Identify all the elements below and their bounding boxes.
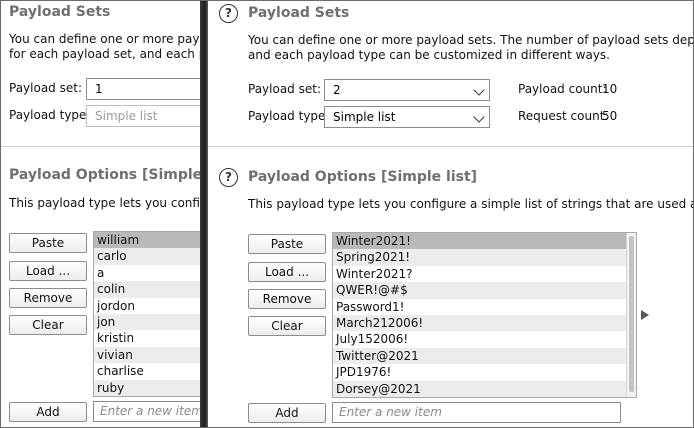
payload-sets-description-line2: for each payload set, and each payloa bbox=[9, 47, 203, 61]
payload-set-label: Payload set: bbox=[248, 82, 321, 96]
section-divider bbox=[0, 146, 203, 147]
clear-button[interactable]: Clear bbox=[9, 315, 87, 335]
paste-button[interactable]: Paste bbox=[248, 234, 326, 254]
list-item[interactable]: jordon bbox=[94, 298, 203, 314]
help-icon[interactable]: ? bbox=[219, 4, 238, 23]
right-intruder-panel: ? Payload Sets You can define one or mor… bbox=[208, 0, 694, 428]
payload-set-label: Payload set: bbox=[9, 81, 82, 95]
payload-sets-description-line1: You can define one or more payload sets.… bbox=[248, 33, 694, 47]
payload-sets-title: Payload Sets bbox=[248, 5, 350, 21]
add-button[interactable]: Add bbox=[9, 402, 87, 422]
payload-type-value: Simple list bbox=[95, 109, 158, 123]
panel-separator bbox=[200, 0, 208, 428]
payload-options-title: Payload Options [Simple list] bbox=[248, 169, 478, 185]
payload-count-value: 10 bbox=[602, 82, 618, 96]
list-item[interactable]: vivian bbox=[94, 346, 203, 364]
list-item[interactable]: ruby bbox=[94, 379, 203, 396]
clear-button[interactable]: Clear bbox=[248, 316, 326, 336]
help-icon[interactable]: ? bbox=[219, 168, 238, 187]
list-item[interactable]: kristin bbox=[94, 330, 203, 346]
request-count-label: Request count: bbox=[518, 109, 609, 123]
new-item-input[interactable]: Enter a new item bbox=[332, 402, 621, 423]
list-item[interactable]: Winter2021! bbox=[333, 233, 626, 250]
payload-set-value: 2 bbox=[333, 83, 341, 97]
list-item[interactable]: JPD1976! bbox=[333, 364, 626, 380]
request-count-value: 50 bbox=[602, 109, 618, 123]
new-item-placeholder: Enter a new item bbox=[100, 404, 203, 418]
list-item[interactable]: QWER!@#$ bbox=[333, 282, 626, 299]
list-item[interactable]: Spring2021! bbox=[333, 249, 626, 266]
payload-type-select[interactable]: Simple list bbox=[324, 106, 490, 128]
payload-sets-description-line2: and each payload type can be customized … bbox=[248, 48, 610, 62]
payload-set-select[interactable]: 1 bbox=[86, 78, 203, 100]
remove-button[interactable]: Remove bbox=[9, 288, 87, 308]
list-item[interactable]: Twitter@2021 bbox=[333, 347, 626, 365]
paste-button[interactable]: Paste bbox=[9, 233, 87, 253]
new-item-input[interactable]: Enter a new item bbox=[93, 401, 203, 422]
chevron-down-icon bbox=[473, 84, 485, 96]
payload-sets-title: Payload Sets bbox=[9, 4, 111, 20]
payload-type-label: Payload type: bbox=[9, 108, 91, 122]
payload-type-value: Simple list bbox=[333, 110, 396, 124]
payload-set-select[interactable]: 2 bbox=[324, 79, 490, 101]
payload-sets-description-line1: You can define one or more payload s bbox=[9, 32, 203, 46]
section-divider bbox=[208, 146, 694, 147]
payload-type-select[interactable]: Simple list bbox=[86, 105, 203, 127]
list-item[interactable]: colin bbox=[94, 281, 203, 298]
list-item[interactable]: william bbox=[94, 232, 203, 249]
chevron-down-icon bbox=[473, 111, 485, 123]
list-item[interactable]: Winter2021? bbox=[333, 266, 626, 282]
list-item[interactable]: Password1! bbox=[333, 299, 626, 315]
list-scrollbar[interactable] bbox=[626, 233, 636, 397]
scrollbar-thumb[interactable] bbox=[629, 236, 634, 392]
payload-set-value: 1 bbox=[95, 82, 103, 96]
load-button[interactable]: Load ... bbox=[248, 262, 326, 282]
left-intruder-panel: Payload Sets You can define one or more … bbox=[0, 0, 203, 428]
expand-arrow-icon[interactable] bbox=[641, 310, 649, 320]
list-item[interactable]: jon bbox=[94, 313, 203, 331]
payload-options-description: This payload type lets you configure a s… bbox=[248, 197, 694, 211]
list-item[interactable]: July152006! bbox=[333, 331, 626, 347]
list-item[interactable]: Dorsey@2021 bbox=[333, 380, 626, 397]
list-item[interactable]: carlo bbox=[94, 248, 203, 265]
payload-options-title: Payload Options [Simple list] bbox=[9, 167, 203, 183]
payload-list[interactable]: william carlo a colin jordon jon kristin… bbox=[93, 231, 203, 397]
payload-count-label: Payload count: bbox=[518, 82, 607, 96]
payload-type-label: Payload type: bbox=[248, 109, 330, 123]
load-button[interactable]: Load ... bbox=[9, 261, 87, 281]
add-button[interactable]: Add bbox=[248, 403, 326, 423]
list-item[interactable]: charlise bbox=[94, 363, 203, 379]
list-item[interactable]: March212006! bbox=[333, 314, 626, 332]
remove-button[interactable]: Remove bbox=[248, 289, 326, 309]
list-item[interactable]: a bbox=[94, 265, 203, 281]
payload-options-description: This payload type lets you configure a bbox=[9, 196, 203, 210]
payload-list[interactable]: Winter2021! Spring2021! Winter2021? QWER… bbox=[332, 232, 637, 398]
new-item-placeholder: Enter a new item bbox=[339, 405, 442, 419]
